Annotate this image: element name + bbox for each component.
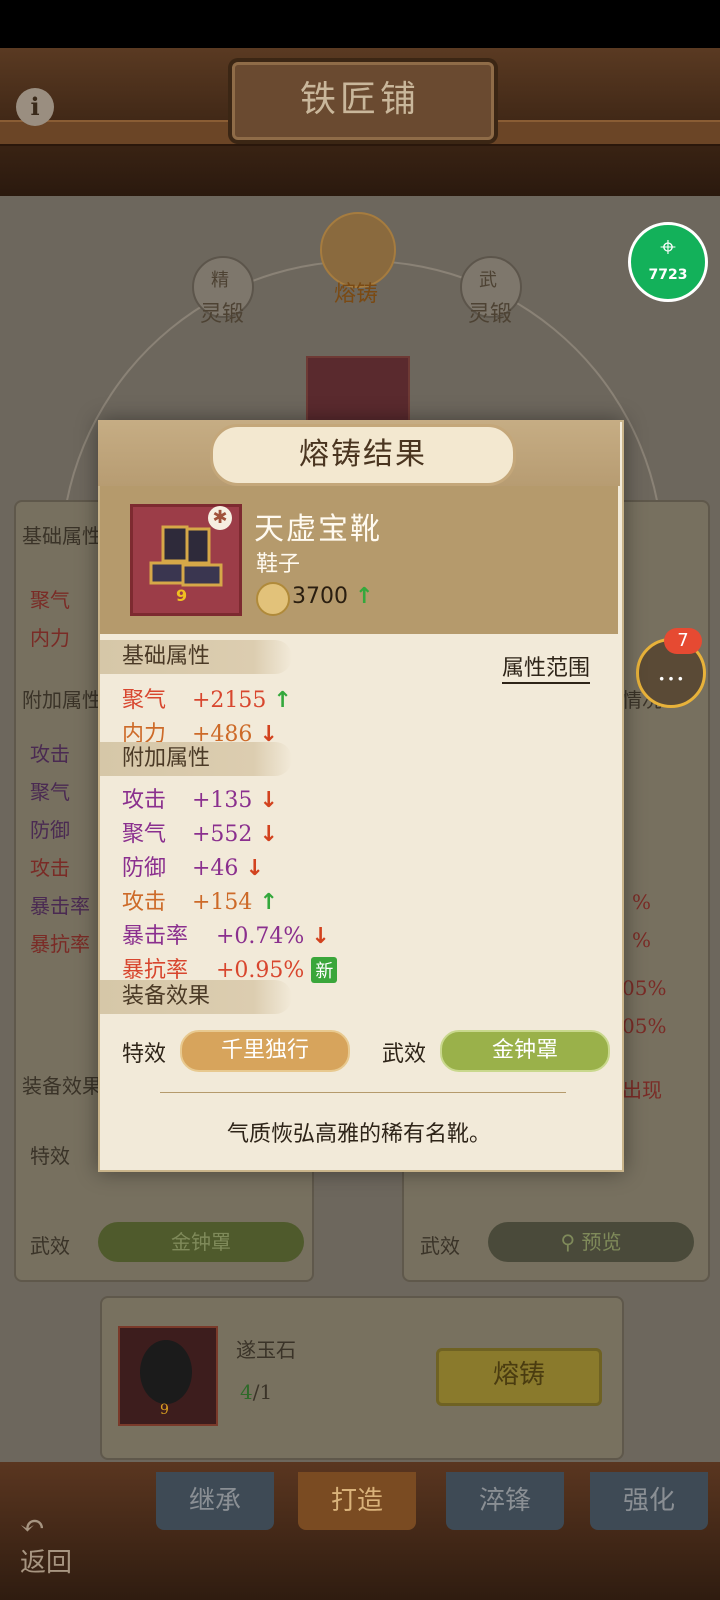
- bg-wu-label: 武效: [30, 1234, 70, 1258]
- bg-extra-row: 攻击: [30, 856, 70, 880]
- material-count-have: 4: [240, 1380, 253, 1404]
- tab-enhance[interactable]: 强化: [590, 1472, 708, 1530]
- attr-name: 攻击: [122, 890, 167, 915]
- special-effect-pill[interactable]: 千里独行: [180, 1030, 350, 1072]
- section-base-attributes: 基础属性: [100, 640, 292, 674]
- attr-value: +46: [192, 856, 239, 881]
- item-type: 鞋子: [256, 552, 301, 577]
- mode-badge-wu: 武: [479, 270, 497, 291]
- material-count: 4/1: [240, 1380, 272, 1404]
- bg-preview-label: 预览: [581, 1230, 622, 1254]
- section-extra-attributes: 附加属性: [100, 742, 292, 776]
- bg-preview-pill: ⚲ 预览: [488, 1222, 694, 1262]
- bg-percent: %: [632, 928, 652, 952]
- attr-value: +154: [192, 890, 253, 915]
- bg-extra-row: 聚气: [30, 780, 70, 804]
- arrow-up-icon: ↑: [259, 890, 278, 915]
- bg-base-row: 内力: [30, 626, 70, 650]
- attr-name: 防御: [122, 856, 167, 881]
- item-power-value: 3700: [292, 584, 348, 609]
- bg-effect-label: 装备效果: [22, 1074, 102, 1098]
- dialog-title: 熔铸结果: [210, 424, 516, 486]
- jade-stone-icon: [140, 1340, 192, 1404]
- description-divider: [160, 1092, 566, 1093]
- info-icon[interactable]: i: [16, 88, 54, 126]
- mode-ronzhu[interactable]: 熔铸: [316, 276, 396, 308]
- arrow-down-icon: ↓: [259, 822, 278, 847]
- bg-base-label: 基础属性: [22, 524, 102, 548]
- forged-item-slot[interactable]: [306, 356, 410, 430]
- back-arrow-icon: ↶: [20, 1509, 46, 1544]
- bg-percent: %: [632, 890, 652, 914]
- assist-label: 7723: [648, 267, 688, 283]
- section-equipment-effects: 装备效果: [100, 980, 292, 1014]
- bg-appear-text: 出现: [622, 1078, 662, 1102]
- material-count-need: /1: [252, 1380, 273, 1404]
- back-button[interactable]: ↶ 返回: [20, 1512, 100, 1584]
- bg-extra-row: 攻击: [30, 742, 70, 766]
- arrow-down-icon: ↓: [259, 788, 278, 813]
- forge-button[interactable]: 熔铸: [436, 1348, 602, 1406]
- item-description: 气质恢弘高雅的稀有名靴。: [226, 1122, 491, 1147]
- material-name: 遂玉石: [236, 1338, 296, 1362]
- tab-temper[interactable]: 淬锋: [446, 1472, 564, 1530]
- attr-name: 暴击率: [122, 924, 189, 949]
- bg-extra-row: 防御: [30, 818, 70, 842]
- mode-lingduan-jing[interactable]: 灵锻: [182, 296, 262, 328]
- special-effect-label: 特效: [122, 1042, 167, 1067]
- item-power: 3700 ↑: [292, 584, 373, 609]
- search-icon: ⚲: [560, 1230, 582, 1254]
- attr-value: +552: [192, 822, 253, 847]
- attr-name: 聚气: [122, 822, 167, 847]
- attr-row: 攻击 +135 ↓: [122, 782, 278, 814]
- mode-badge-jing: 精: [211, 270, 229, 291]
- attribute-range-link[interactable]: 属性范围: [502, 650, 591, 684]
- arrow-down-icon: ↓: [245, 856, 264, 881]
- arrow-up-icon: ↑: [355, 584, 374, 609]
- attr-name: 攻击: [122, 788, 167, 813]
- attr-row: 聚气 +2155 ↑: [122, 682, 292, 714]
- crosshair-icon: ⌖: [660, 230, 676, 263]
- attr-row: 防御 +46 ↓: [122, 850, 264, 882]
- wu-effect-pill[interactable]: 金钟罩: [440, 1030, 610, 1072]
- item-level: 9: [176, 586, 188, 605]
- tab-craft[interactable]: 打造: [298, 1472, 416, 1530]
- power-icon: [256, 582, 290, 616]
- bg-percent: 05%: [622, 1014, 667, 1038]
- back-label: 返回: [20, 1548, 73, 1578]
- tab-inherit[interactable]: 继承: [156, 1472, 274, 1530]
- bg-extra-row: 暴抗率: [30, 932, 90, 956]
- attr-name: 聚气: [122, 688, 167, 713]
- arrow-up-icon: ↑: [273, 688, 292, 713]
- chat-badge: 7: [664, 628, 702, 654]
- arrow-down-icon: ↓: [311, 924, 330, 949]
- bg-extra-label: 附加属性: [22, 688, 102, 712]
- bg-special-label: 特效: [30, 1144, 70, 1168]
- attr-value: +135: [192, 788, 253, 813]
- bg-base-row: 聚气: [30, 588, 70, 612]
- attr-value: +2155: [192, 688, 267, 713]
- new-tag: 新: [311, 957, 338, 983]
- material-level: 9: [160, 1402, 169, 1418]
- mode-lingduan-wu[interactable]: 灵锻: [450, 296, 530, 328]
- attr-row: 暴击率 +0.74% ↓: [122, 918, 330, 950]
- item-rarity-badge-icon: ✱: [208, 506, 232, 530]
- assist-7723-button[interactable]: ⌖ 7723: [628, 222, 708, 302]
- wu-effect-label: 武效: [382, 1042, 427, 1067]
- attr-value: +0.74%: [216, 924, 305, 949]
- item-name: 天虚宝靴: [254, 512, 382, 547]
- attr-row: 攻击 +154 ↑: [122, 884, 278, 916]
- attr-row: 聚气 +552 ↓: [122, 816, 278, 848]
- page-title: 铁匠铺: [299, 79, 420, 120]
- bg-percent: 05%: [622, 976, 667, 1000]
- bg-extra-row: 暴击率: [30, 894, 90, 918]
- bg-wu-pill: 金钟罩: [98, 1222, 304, 1262]
- bg-right-wu-label: 武效: [420, 1234, 460, 1258]
- status-bar: [0, 0, 720, 48]
